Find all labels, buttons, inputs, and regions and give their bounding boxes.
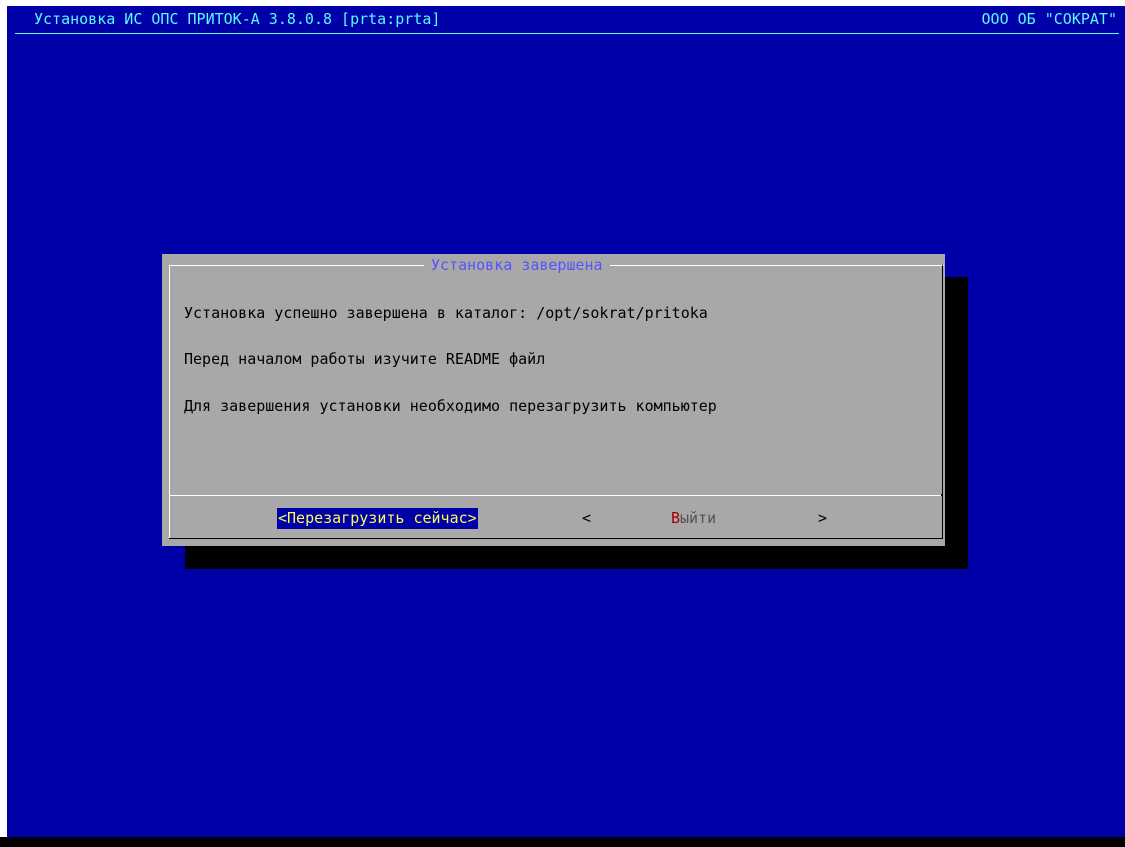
separator-corner xyxy=(941,494,943,496)
exit-button-hotkey: В xyxy=(671,509,681,527)
reboot-now-button[interactable]: <Перезагрузить сейчас> xyxy=(277,508,478,529)
dialog-frame-bottom xyxy=(169,538,943,539)
install-path-message: Установка успешно завершена в каталог: /… xyxy=(184,304,708,322)
button-separator xyxy=(170,495,942,496)
exit-button-label: ыйти xyxy=(680,509,717,527)
dialog-frame-right xyxy=(942,265,943,538)
exit-button-left-bracket: < xyxy=(582,509,592,527)
reboot-required-message: Для завершения установки необходимо пере… xyxy=(184,397,717,415)
exit-button-right-bracket: > xyxy=(818,509,828,527)
exit-button[interactable]: < В ыйти > xyxy=(582,508,827,529)
vendor-name: ООО ОБ "СОКРАТ" xyxy=(981,10,1117,28)
dialog-frame-left xyxy=(169,265,170,538)
title-bar: Установка ИС ОПС ПРИТОК-А 3.8.0.8 [prta:… xyxy=(7,6,1125,40)
dialog-title: Установка завершена xyxy=(424,256,610,274)
bottom-border xyxy=(0,837,1125,847)
completion-dialog: Установка завершена Установка успешно за… xyxy=(162,254,945,546)
installer-screen: Установка ИС ОПС ПРИТОК-А 3.8.0.8 [prta:… xyxy=(7,6,1125,837)
readme-message: Перед началом работы изучите README файл xyxy=(184,350,546,368)
title-divider xyxy=(15,33,1119,34)
installer-title: Установка ИС ОПС ПРИТОК-А 3.8.0.8 [prta:… xyxy=(34,10,441,28)
